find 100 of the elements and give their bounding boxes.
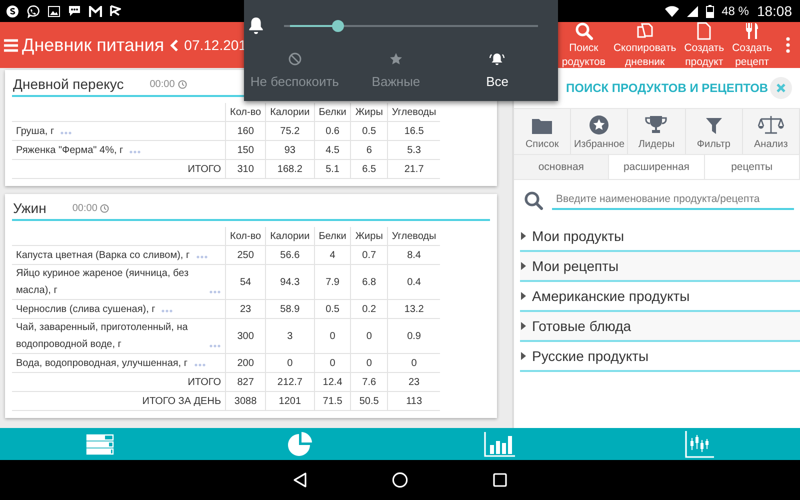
table-cell: 75.2 <box>266 122 314 140</box>
bell-ringing-icon <box>489 52 506 66</box>
table-cell: 212.7 <box>266 372 314 392</box>
diary-date[interactable]: 07.12.201 <box>184 37 246 53</box>
more-dots-icon[interactable] <box>194 362 206 366</box>
column-header: Калории <box>266 227 314 246</box>
column-header: Кол-во <box>226 227 266 246</box>
clock-icon <box>100 204 110 212</box>
table-cell: 5.3 <box>387 140 440 160</box>
table-cell: 6.5 <box>350 160 388 178</box>
pie-chart-icon[interactable] <box>286 430 314 458</box>
table-cell: 0.7 <box>350 246 388 264</box>
column-header: Калории <box>266 103 314 122</box>
food-name: Капуста цветная (Варка со сливом), г <box>16 248 190 262</box>
column-header: Жиры <box>350 103 388 122</box>
close-button[interactable] <box>770 77 792 99</box>
table-cell: 56.6 <box>266 246 314 264</box>
total-label: ИТОГО <box>12 372 226 392</box>
meal-time[interactable]: 00:00 <box>150 78 175 90</box>
message-icon <box>68 5 81 17</box>
meal-title: Ужин <box>13 200 46 216</box>
table-cell: 827 <box>226 372 266 392</box>
more-dots-icon[interactable] <box>60 130 72 134</box>
mail-icon <box>89 6 102 16</box>
table-cell: 5.1 <box>314 160 351 178</box>
toolbar-button[interactable]: Поиск родуктов <box>560 20 608 70</box>
star-icon <box>388 52 403 66</box>
total-label: ИТОГО <box>12 160 226 178</box>
table-cell: 93 <box>266 140 314 160</box>
table-cell: 0.9 <box>387 318 440 354</box>
toolbar-button[interactable]: Скопировать дневник <box>611 20 678 70</box>
tool-button[interactable]: Избранное <box>571 109 628 154</box>
search-icon <box>524 190 543 210</box>
table-cell: 3 <box>266 318 314 354</box>
list-bars-icon[interactable] <box>86 434 114 454</box>
table-cell: 54 <box>226 264 266 300</box>
signal-icon <box>686 6 698 16</box>
table-cell: 0.2 <box>350 300 388 318</box>
tool-button[interactable]: Анализ <box>742 109 800 154</box>
chevron-left-icon[interactable] <box>170 38 180 52</box>
table-cell: 1201 <box>266 392 314 410</box>
folder-icon <box>531 117 554 135</box>
more-dots-icon[interactable] <box>161 308 174 312</box>
table-cell: 0.4 <box>387 264 440 300</box>
candlestick-chart-icon[interactable] <box>685 430 715 458</box>
more-dots-icon[interactable] <box>129 150 142 154</box>
table-cell: 4.5 <box>314 140 351 160</box>
table-cell: 160 <box>226 122 266 140</box>
tool-button[interactable]: Список <box>514 109 572 154</box>
tab[interactable]: основная <box>514 155 610 179</box>
overflow-menu-icon[interactable] <box>786 37 790 53</box>
search-field[interactable]: Введите наименование продукта/рецепта <box>552 190 794 210</box>
more-dots-icon[interactable] <box>196 254 208 258</box>
table-cell: 16.5 <box>387 122 440 140</box>
food-name: Груша, г <box>16 124 54 138</box>
table-cell: 250 <box>226 246 266 264</box>
table-cell: 0 <box>314 318 351 354</box>
table-cell: 310 <box>226 160 266 178</box>
table-cell: 3088 <box>226 392 266 410</box>
more-dots-icon[interactable] <box>209 290 221 294</box>
food-name: Вода, водопроводная, улучшенная, г <box>16 356 188 370</box>
bell-icon <box>246 16 266 36</box>
more-dots-icon[interactable] <box>209 344 221 348</box>
table-cell: 150 <box>226 140 266 160</box>
bar-chart-icon[interactable] <box>484 431 516 457</box>
battery-percent: 48 % <box>722 4 749 18</box>
meal-time[interactable]: 00:00 <box>72 202 98 214</box>
table-cell: 7.6 <box>350 372 388 392</box>
table-cell: 4 <box>314 246 351 264</box>
mode-option[interactable]: Все <box>447 52 548 89</box>
category-item[interactable]: Готовые блюда <box>520 312 800 342</box>
category-item[interactable]: Мои рецепты <box>520 252 800 282</box>
table-cell: 50.5 <box>350 392 388 410</box>
table-cell: 0 <box>266 354 314 372</box>
table-cell: 300 <box>226 318 266 354</box>
wifi-icon <box>664 6 679 16</box>
menu-icon[interactable] <box>4 38 18 52</box>
panel-title: ПОИСК ПРОДУКТОВ И РЕЦЕПТОВ <box>566 81 768 95</box>
clock-icon <box>178 80 187 88</box>
table-cell: 23 <box>387 372 440 392</box>
table-cell: 8.4 <box>387 246 440 264</box>
mode-option[interactable]: Важные <box>346 52 446 89</box>
toolbar-button[interactable]: Создать продукт <box>682 20 726 70</box>
slider-thumb[interactable] <box>332 20 344 32</box>
column-header: Кол-во <box>226 103 266 122</box>
food-name: Ряженка "Ферма" 4%, г <box>16 144 124 158</box>
table-cell: 58.9 <box>266 300 314 318</box>
document-icon <box>696 22 712 40</box>
toolbar-button[interactable]: Создать рецепт <box>730 20 774 70</box>
tool-button[interactable]: Лидеры <box>628 109 686 154</box>
mode-option[interactable]: Не беспокоить <box>244 52 345 89</box>
table-cell: 168.2 <box>266 160 314 178</box>
table-cell: 94.3 <box>266 264 314 300</box>
table-cell: 12.4 <box>314 372 351 392</box>
table-cell: 13.2 <box>387 300 440 318</box>
tool-button[interactable]: Фильтр <box>686 109 743 154</box>
column-header: Углеводы <box>387 103 440 122</box>
back-icon[interactable] <box>293 472 307 488</box>
home-icon[interactable] <box>392 472 408 488</box>
recents-icon[interactable] <box>493 473 507 487</box>
